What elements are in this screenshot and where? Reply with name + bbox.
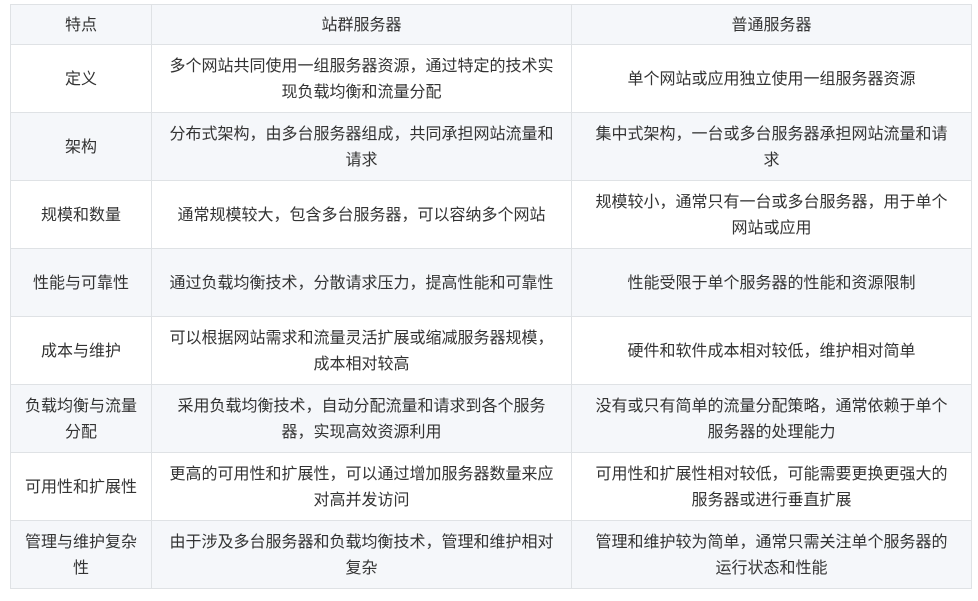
feature-cell: 规模和数量: [10, 180, 152, 249]
table-row: 定义 多个网站共同使用一组服务器资源，通过特定的技术实现负载均衡和流量分配 单个…: [10, 44, 972, 113]
regular-server-cell: 性能受限于单个服务器的性能和资源限制: [571, 248, 972, 317]
feature-cell: 定义: [10, 44, 152, 113]
header-site-cluster-server: 站群服务器: [151, 4, 572, 45]
feature-cell: 管理与维护复杂性: [10, 520, 152, 589]
table-row: 规模和数量 通常规模较大，包含多台服务器，可以容纳多个网站 规模较小，通常只有一…: [10, 180, 972, 249]
site-cluster-cell: 通常规模较大，包含多台服务器，可以容纳多个网站: [151, 180, 572, 249]
regular-server-cell: 管理和维护较为简单，通常只需关注单个服务器的运行状态和性能: [571, 520, 972, 589]
site-cluster-cell: 由于涉及多台服务器和负载均衡技术，管理和维护相对复杂: [151, 520, 572, 589]
regular-server-cell: 可用性和扩展性相对较低，可能需要更换更强大的服务器或进行垂直扩展: [571, 452, 972, 521]
table-row: 负载均衡与流量分配 采用负载均衡技术，自动分配流量和请求到各个服务器，实现高效资…: [10, 384, 972, 453]
regular-server-cell: 单个网站或应用独立使用一组服务器资源: [571, 44, 972, 113]
regular-server-cell: 硬件和软件成本相对较低，维护相对简单: [571, 316, 972, 385]
comparison-table-container: 特点 站群服务器 普通服务器 定义 多个网站共同使用一组服务器资源，通过特定的技…: [10, 4, 972, 589]
feature-cell: 性能与可靠性: [10, 248, 152, 317]
site-cluster-cell: 更高的可用性和扩展性，可以通过增加服务器数量来应对高并发访问: [151, 452, 572, 521]
table-row: 成本与维护 可以根据网站需求和流量灵活扩展或缩减服务器规模，成本相对较高 硬件和…: [10, 316, 972, 385]
feature-cell: 可用性和扩展性: [10, 452, 152, 521]
comparison-table: 特点 站群服务器 普通服务器 定义 多个网站共同使用一组服务器资源，通过特定的技…: [10, 4, 972, 589]
regular-server-cell: 集中式架构，一台或多台服务器承担网站流量和请求: [571, 112, 972, 181]
table-row: 性能与可靠性 通过负载均衡技术，分散请求压力，提高性能和可靠性 性能受限于单个服…: [10, 248, 972, 317]
table-row: 架构 分布式架构，由多台服务器组成，共同承担网站流量和请求 集中式架构，一台或多…: [10, 112, 972, 181]
table-row: 可用性和扩展性 更高的可用性和扩展性，可以通过增加服务器数量来应对高并发访问 可…: [10, 452, 972, 521]
site-cluster-cell: 分布式架构，由多台服务器组成，共同承担网站流量和请求: [151, 112, 572, 181]
regular-server-cell: 没有或只有简单的流量分配策略，通常依赖于单个服务器的处理能力: [571, 384, 972, 453]
site-cluster-cell: 多个网站共同使用一组服务器资源，通过特定的技术实现负载均衡和流量分配: [151, 44, 572, 113]
header-regular-server: 普通服务器: [571, 4, 972, 45]
site-cluster-cell: 采用负载均衡技术，自动分配流量和请求到各个服务器，实现高效资源利用: [151, 384, 572, 453]
header-feature: 特点: [10, 4, 152, 45]
feature-cell: 成本与维护: [10, 316, 152, 385]
site-cluster-cell: 通过负载均衡技术，分散请求压力，提高性能和可靠性: [151, 248, 572, 317]
site-cluster-cell: 可以根据网站需求和流量灵活扩展或缩减服务器规模，成本相对较高: [151, 316, 572, 385]
feature-cell: 负载均衡与流量分配: [10, 384, 152, 453]
table-row: 管理与维护复杂性 由于涉及多台服务器和负载均衡技术，管理和维护相对复杂 管理和维…: [10, 520, 972, 589]
regular-server-cell: 规模较小，通常只有一台或多台服务器，用于单个网站或应用: [571, 180, 972, 249]
table-header-row: 特点 站群服务器 普通服务器: [10, 4, 972, 45]
feature-cell: 架构: [10, 112, 152, 181]
